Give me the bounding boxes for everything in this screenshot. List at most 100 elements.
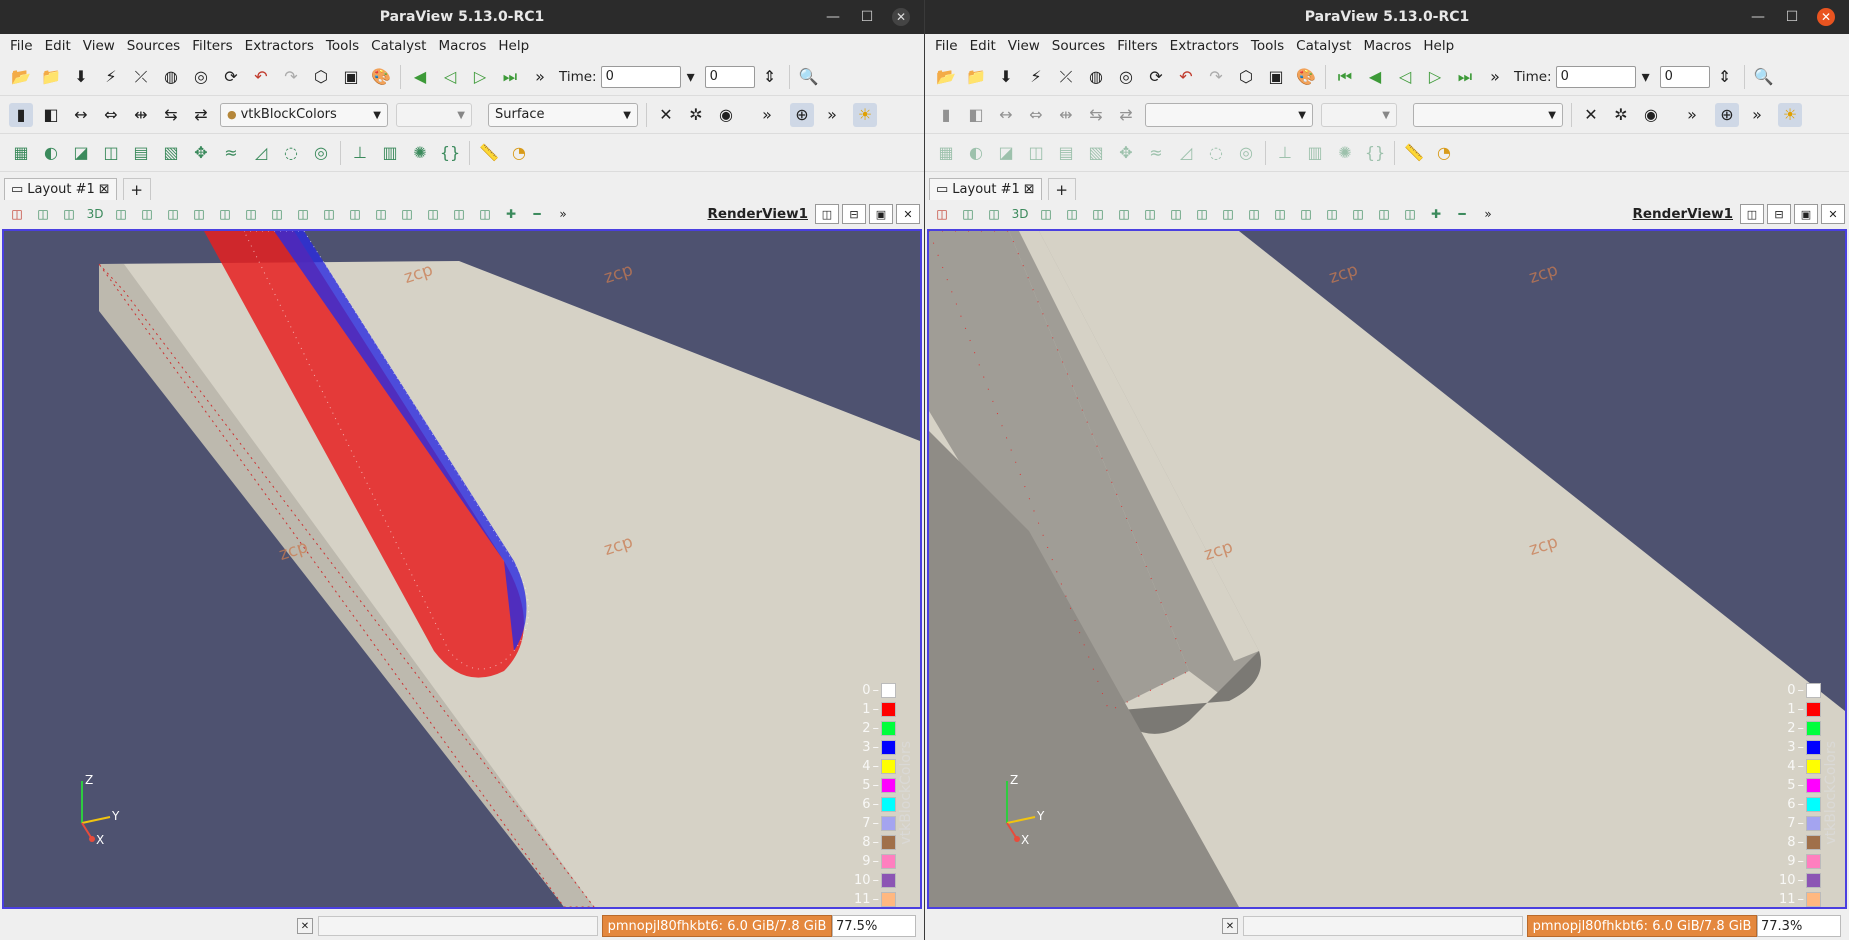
tab-layout-1[interactable]: ▭ Layout #1 ⊠	[4, 178, 117, 200]
shrink-icon[interactable]: ◫	[1218, 204, 1238, 224]
minimize-icon[interactable]: —	[1741, 0, 1775, 34]
disconnect-icon[interactable]: ⤫	[129, 65, 153, 89]
component-select[interactable]: ▼	[1321, 102, 1397, 127]
camera-reset-icon[interactable]: ⬡	[1234, 65, 1258, 89]
menu-filters[interactable]: Filters	[186, 38, 238, 54]
plus-icon[interactable]: ✚	[501, 204, 521, 224]
spin-arrows-icon[interactable]: ⇕	[1713, 65, 1737, 89]
hide-icon[interactable]: ◫	[958, 204, 978, 224]
more-toolbar-icon[interactable]: »	[1483, 65, 1507, 89]
frustum-icon[interactable]: ◫	[1322, 204, 1342, 224]
rescale-icon[interactable]: ↔	[994, 103, 1018, 127]
slice-icon[interactable]: ◫	[1024, 141, 1048, 165]
rescale-visible-icon[interactable]: ⇹	[1054, 103, 1078, 127]
menu-sources[interactable]: Sources	[121, 38, 186, 54]
close-icon[interactable]: ✕	[892, 8, 910, 26]
select-block-icon[interactable]: ◫	[241, 204, 261, 224]
select-cells-icon[interactable]: ◫	[1114, 204, 1134, 224]
extract-level-icon[interactable]: ◎	[309, 141, 333, 165]
menu-view[interactable]: View	[77, 38, 121, 54]
first-frame-icon[interactable]: ⏮	[1333, 65, 1357, 89]
extract-level-icon[interactable]: ◎	[1234, 141, 1258, 165]
polygon-icon[interactable]: ◫	[423, 204, 443, 224]
coloring-select[interactable]: ● vtkBlockColors ▼	[220, 102, 388, 127]
save-data-icon[interactable]: ⬇	[69, 65, 93, 89]
screenshot-icon[interactable]: ▣	[1264, 65, 1288, 89]
representation-select[interactable]: Surface ▼	[488, 102, 638, 127]
close-view-icon[interactable]: ✕	[896, 204, 920, 224]
zoom-data-icon[interactable]: ✲	[1609, 103, 1633, 127]
representation-select[interactable]: ▼	[1413, 102, 1563, 127]
color-legend[interactable]: 0–1–2–3–4–5–6–7–8–9–10–11–	[1771, 681, 1821, 907]
menu-filters[interactable]: Filters	[1111, 38, 1163, 54]
undo-icon[interactable]: ↶	[249, 65, 273, 89]
menu-edit[interactable]: Edit	[39, 38, 77, 54]
render-view-name[interactable]: RenderView1	[1633, 206, 1734, 222]
menu-catalyst[interactable]: Catalyst	[365, 38, 432, 54]
python-calc-icon[interactable]: ✺	[1333, 141, 1357, 165]
maximize-icon[interactable]: ☐	[850, 0, 884, 34]
threshold-icon[interactable]: ▤	[1054, 141, 1078, 165]
add-tab-button[interactable]: +	[122, 178, 151, 200]
protractor-icon[interactable]: ◔	[1432, 141, 1456, 165]
load-state-icon[interactable]: ◎	[1114, 65, 1138, 89]
more-toolbar-icon[interactable]: »	[553, 204, 573, 224]
prev-frame-icon[interactable]: ◀	[408, 65, 432, 89]
select-cells-icon[interactable]: ◫	[189, 204, 209, 224]
undo-icon[interactable]: ↶	[1174, 65, 1198, 89]
hover-points-icon[interactable]: ◫	[1270, 204, 1290, 224]
hover-cells-icon[interactable]: ◫	[1296, 204, 1316, 224]
palette-icon[interactable]: 🎨	[369, 65, 393, 89]
glyph-icon[interactable]: ✥	[1114, 141, 1138, 165]
add-tab-button[interactable]: +	[1047, 178, 1076, 200]
pick-center-icon[interactable]: ⊕	[1715, 102, 1739, 127]
more-toolbar-icon[interactable]: »	[755, 103, 779, 127]
menu-edit[interactable]: Edit	[964, 38, 1002, 54]
close-tab-icon[interactable]: ⊠	[99, 182, 110, 197]
open-folder-icon[interactable]: 📁	[39, 65, 63, 89]
protractor-icon[interactable]: ◔	[507, 141, 531, 165]
clear-icon[interactable]: ◫	[1244, 204, 1264, 224]
deselect-icon[interactable]: ◫	[163, 204, 183, 224]
rescale-time-icon[interactable]: ⇆	[1084, 103, 1108, 127]
select-points-icon[interactable]: ◫	[1062, 204, 1082, 224]
redo-icon[interactable]: ↷	[1204, 65, 1228, 89]
menu-help[interactable]: Help	[1417, 38, 1460, 54]
minus-icon[interactable]: ━	[1452, 204, 1472, 224]
calculator-icon[interactable]: ▦	[9, 141, 33, 165]
more-toolbar-icon[interactable]: »	[820, 103, 844, 127]
interactive-icon[interactable]: ◫	[215, 204, 235, 224]
3d-icon[interactable]: 3D	[1010, 204, 1030, 224]
rescale-icon[interactable]: ↔	[69, 103, 93, 127]
chevron-down-icon[interactable]: ▾	[1639, 65, 1653, 89]
frustum-icon[interactable]: ◫	[397, 204, 417, 224]
open-file-icon[interactable]: 📂	[9, 65, 33, 89]
play-icon[interactable]: ▷	[1423, 65, 1447, 89]
shrink-icon[interactable]: ◫	[293, 204, 313, 224]
zoom-icon[interactable]: ◫	[111, 204, 131, 224]
reset-view-icon[interactable]: ◫	[932, 204, 952, 224]
minimize-icon[interactable]: —	[816, 0, 850, 34]
contour-icon[interactable]: ◐	[964, 141, 988, 165]
warp-icon[interactable]: ◿	[1174, 141, 1198, 165]
move-icon[interactable]: ◫	[1400, 204, 1420, 224]
close-tab-icon[interactable]: ⊠	[1024, 182, 1035, 197]
group-icon[interactable]: ◌	[1204, 141, 1228, 165]
play-back-icon[interactable]: ◁	[1393, 65, 1417, 89]
menu-help[interactable]: Help	[492, 38, 535, 54]
connect-icon[interactable]: ⚡	[1024, 65, 1048, 89]
capture-icon[interactable]: ◫	[984, 204, 1004, 224]
color-legend-icon[interactable]: ▮	[9, 102, 33, 127]
coloring-select[interactable]: ▼	[1145, 102, 1313, 127]
clear-status-icon[interactable]: ✕	[297, 918, 313, 934]
hover-points-icon[interactable]: ◫	[345, 204, 365, 224]
render-view[interactable]: zcp zcp zcp zcp 0–1–2–3–4–5–6–7–8–9–10–11– vt…	[2, 229, 922, 909]
rescale-custom-icon[interactable]: ⇔	[99, 103, 123, 127]
contour-icon[interactable]: ◐	[39, 141, 63, 165]
zoom-icon[interactable]: ◫	[1036, 204, 1056, 224]
maximize-icon[interactable]: ☐	[1775, 0, 1809, 34]
more-toolbar-icon[interactable]: »	[1478, 204, 1498, 224]
rescale-over-time-icon[interactable]: ⇄	[1114, 103, 1138, 127]
stream-tracer-icon[interactable]: ≈	[219, 141, 243, 165]
center-axes-icon[interactable]: ◉	[714, 103, 738, 127]
